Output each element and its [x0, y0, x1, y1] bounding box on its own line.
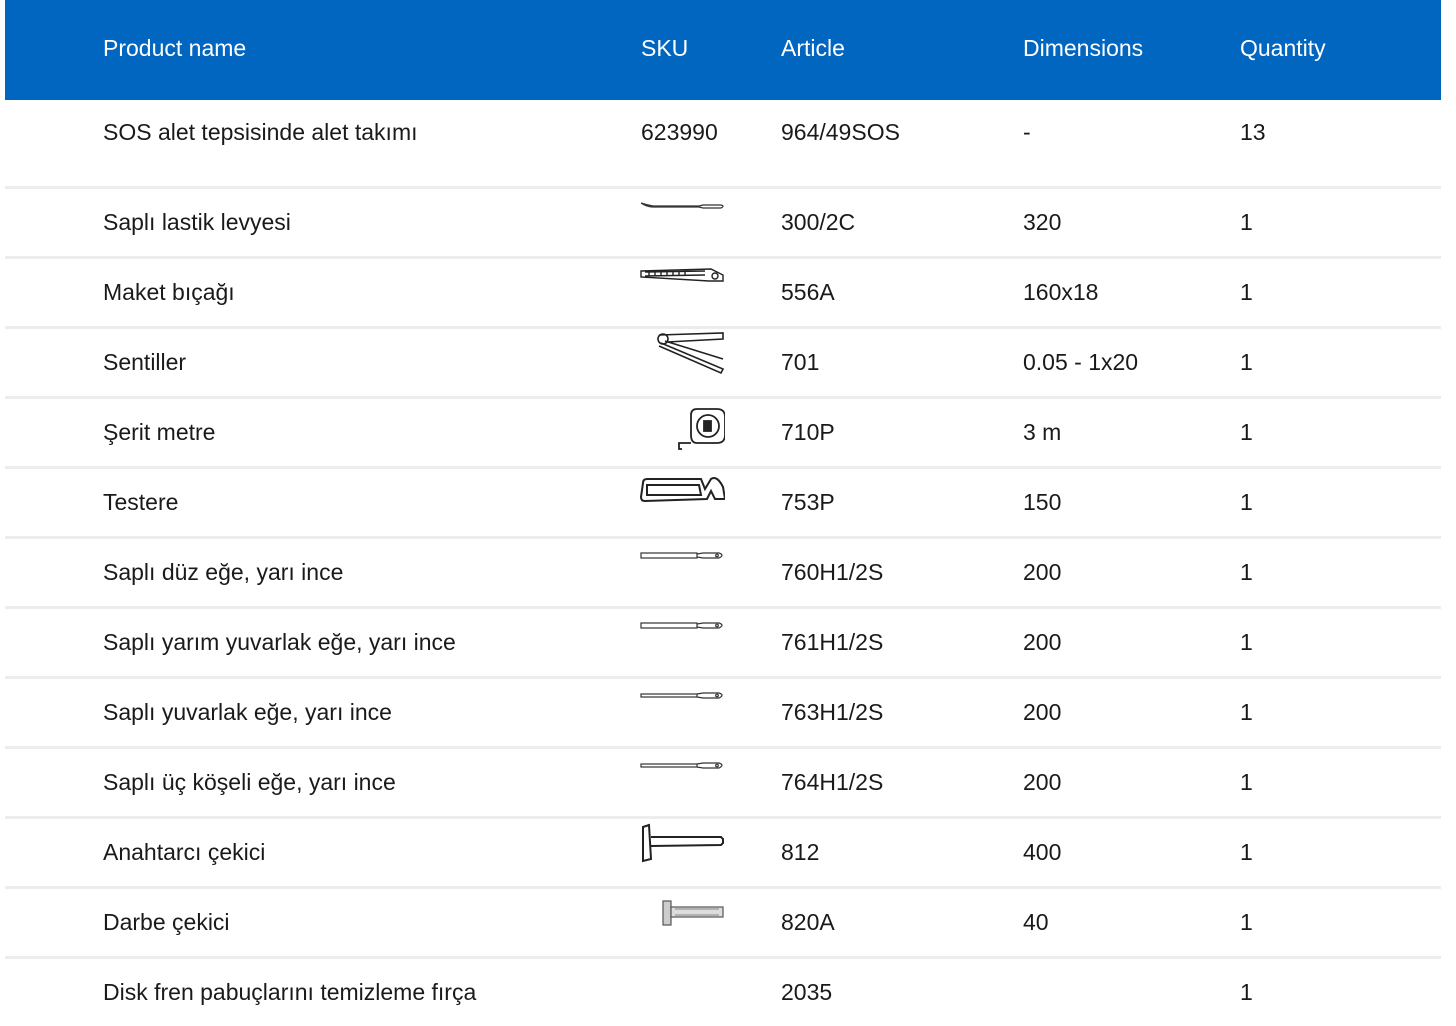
product-dimensions: 200 [1023, 769, 1062, 795]
product-article: 761H1/2S [781, 629, 884, 655]
flat-file-icon [639, 539, 725, 591]
product-article: 763H1/2S [781, 699, 884, 725]
product-quantity: 1 [1240, 909, 1253, 935]
product-article: 964/49SOS [781, 119, 900, 145]
product-quantity: 1 [1240, 209, 1253, 235]
product-name: Saplı yarım yuvarlak eğe, yarı ince [103, 629, 456, 655]
product-table: Product name SKU Article Dimensions Quan… [5, 0, 1441, 1026]
table-row[interactable]: Sentiller 701 0.05 - 1x20 1 [5, 329, 1441, 399]
product-article: 710P [781, 419, 835, 445]
product-dimensions: - [1023, 119, 1031, 145]
table-row[interactable]: Anahtarcı çekici 812 400 1 [5, 819, 1441, 889]
column-header-product-name[interactable]: Product name [103, 34, 246, 62]
column-header-sku[interactable]: SKU [641, 34, 688, 62]
product-dimensions: 400 [1023, 839, 1062, 865]
product-name: Sentiller [103, 349, 187, 375]
hacksaw-icon [639, 469, 725, 521]
product-name: Saplı lastik levyesi [103, 209, 291, 235]
column-header-dimensions[interactable]: Dimensions [1023, 34, 1143, 62]
product-quantity: 1 [1240, 769, 1253, 795]
table-row[interactable]: Saplı yuvarlak eğe, yarı ince 763H1/2S 2… [5, 679, 1441, 749]
tape-measure-icon [639, 399, 725, 451]
half-round-file-icon [639, 609, 725, 661]
product-article: 760H1/2S [781, 559, 884, 585]
table-row[interactable]: Disk fren pabuçlarını temizleme fırça 20… [5, 959, 1441, 1026]
product-name: Saplı düz eğe, yarı ince [103, 559, 344, 585]
product-quantity: 1 [1240, 489, 1253, 515]
product-dimensions: 40 [1023, 909, 1049, 935]
product-article: 2035 [781, 979, 833, 1005]
product-dimensions: 150 [1023, 489, 1062, 515]
product-sku: 623990 [641, 119, 718, 145]
product-quantity: 1 [1240, 979, 1253, 1005]
product-dimensions: 0.05 - 1x20 [1023, 349, 1139, 375]
product-name: Şerit metre [103, 419, 216, 445]
product-name: Saplı yuvarlak eğe, yarı ince [103, 699, 392, 725]
product-dimensions: 160x18 [1023, 279, 1099, 305]
product-article: 701 [781, 349, 820, 375]
product-quantity: 13 [1240, 119, 1266, 145]
product-article: 812 [781, 839, 820, 865]
product-name: Darbe çekici [103, 909, 230, 935]
dead-blow-hammer-icon [639, 889, 725, 941]
product-name: Anahtarcı çekici [103, 839, 266, 865]
product-name: Disk fren pabuçlarını temizleme fırça [103, 979, 477, 1005]
table-row[interactable]: SOS alet tepsisinde alet takımı 623990 9… [5, 100, 1441, 189]
product-dimensions: 200 [1023, 699, 1062, 725]
product-name: Testere [103, 489, 179, 515]
table-row[interactable]: Darbe çekici 820A 40 1 [5, 889, 1441, 959]
table-row[interactable]: Saplı yarım yuvarlak eğe, yarı ince 761H… [5, 609, 1441, 679]
product-quantity: 1 [1240, 349, 1253, 375]
table-row[interactable]: Saplı üç köşeli eğe, yarı ince 764H1/2S … [5, 749, 1441, 819]
product-quantity: 1 [1240, 839, 1253, 865]
product-dimensions: 200 [1023, 559, 1062, 585]
table-row[interactable]: Saplı düz eğe, yarı ince 760H1/2S 200 1 [5, 539, 1441, 609]
product-quantity: 1 [1240, 279, 1253, 305]
column-header-article[interactable]: Article [781, 34, 845, 62]
product-article: 764H1/2S [781, 769, 884, 795]
product-quantity: 1 [1240, 559, 1253, 585]
product-name: SOS alet tepsisinde alet takımı [103, 119, 418, 145]
product-article: 820A [781, 909, 835, 935]
triangular-file-icon [639, 749, 725, 801]
product-name: Maket bıçağı [103, 279, 235, 305]
product-article: 556A [781, 279, 835, 305]
product-quantity: 1 [1240, 699, 1253, 725]
utility-knife-icon [639, 259, 725, 311]
product-dimensions: 200 [1023, 629, 1062, 655]
product-quantity: 1 [1240, 629, 1253, 655]
column-header-quantity[interactable]: Quantity [1240, 34, 1326, 62]
table-row[interactable]: Saplı lastik levyesi 300/2C 320 1 [5, 189, 1441, 259]
product-name: Saplı üç köşeli eğe, yarı ince [103, 769, 396, 795]
round-file-icon [639, 679, 725, 731]
table-row[interactable]: Maket bıçağı 556A 160x18 1 [5, 259, 1441, 329]
table-row[interactable]: Şerit metre 710P 3 m 1 [5, 399, 1441, 469]
feeler-gauge-icon [639, 329, 725, 381]
machinist-hammer-icon [639, 819, 725, 871]
table-header: Product name SKU Article Dimensions Quan… [5, 0, 1441, 100]
product-dimensions: 320 [1023, 209, 1062, 235]
product-article: 300/2C [781, 209, 856, 235]
tire-lever-icon [639, 189, 725, 241]
table-row[interactable]: Testere 753P 150 1 [5, 469, 1441, 539]
product-quantity: 1 [1240, 419, 1253, 445]
product-article: 753P [781, 489, 835, 515]
product-dimensions: 3 m [1023, 419, 1062, 445]
